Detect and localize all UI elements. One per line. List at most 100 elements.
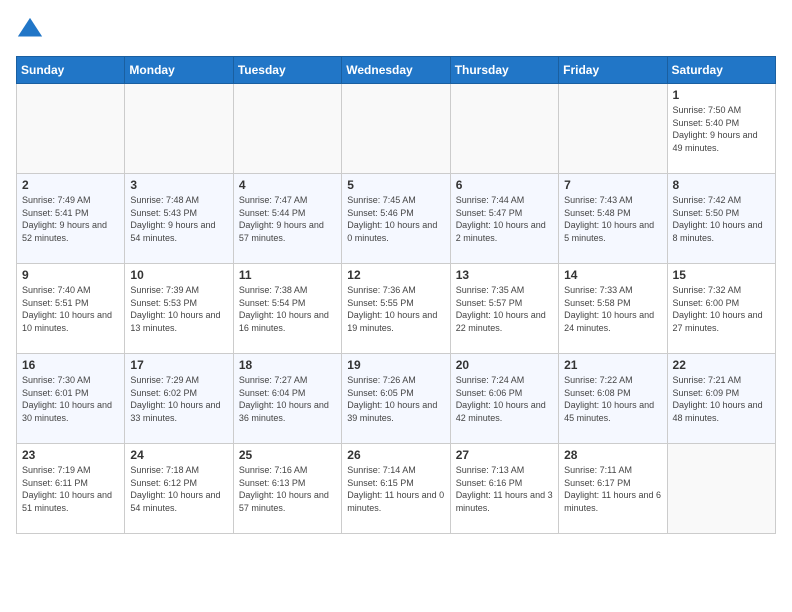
day-number: 9: [22, 268, 119, 282]
day-info: Sunrise: 7:30 AM Sunset: 6:01 PM Dayligh…: [22, 374, 119, 424]
calendar-table: SundayMondayTuesdayWednesdayThursdayFrid…: [16, 56, 776, 534]
day-info: Sunrise: 7:50 AM Sunset: 5:40 PM Dayligh…: [673, 104, 770, 154]
day-number: 14: [564, 268, 661, 282]
day-cell: 17 Sunrise: 7:29 AM Sunset: 6:02 PM Dayli…: [125, 354, 233, 444]
weekday-header-sunday: Sunday: [17, 57, 125, 84]
day-cell: 24 Sunrise: 7:18 AM Sunset: 6:12 PM Dayli…: [125, 444, 233, 534]
day-number: 13: [456, 268, 553, 282]
day-number: 23: [22, 448, 119, 462]
week-row-2: 9 Sunrise: 7:40 AM Sunset: 5:51 PM Daylig…: [17, 264, 776, 354]
day-info: Sunrise: 7:22 AM Sunset: 6:08 PM Dayligh…: [564, 374, 661, 424]
day-info: Sunrise: 7:45 AM Sunset: 5:46 PM Dayligh…: [347, 194, 444, 244]
day-number: 6: [456, 178, 553, 192]
day-info: Sunrise: 7:29 AM Sunset: 6:02 PM Dayligh…: [130, 374, 227, 424]
day-number: 3: [130, 178, 227, 192]
day-cell: 12Sunrise: 7:36 AM Sunset: 5:55 PM Dayli…: [342, 264, 450, 354]
weekday-header-monday: Monday: [125, 57, 233, 84]
day-number: 10: [130, 268, 227, 282]
logo: [16, 16, 46, 44]
weekday-header-thursday: Thursday: [450, 57, 558, 84]
day-cell: 18 Sunrise: 7:27 AM Sunset: 6:04 PM Dayli…: [233, 354, 341, 444]
day-info: Sunrise: 7:38 AM Sunset: 5:54 PM Dayligh…: [239, 284, 336, 334]
day-cell: [125, 84, 233, 174]
day-number: 25: [239, 448, 336, 462]
day-cell: 11 Sunrise: 7:38 AM Sunset: 5:54 PM Dayli…: [233, 264, 341, 354]
day-cell: [667, 444, 775, 534]
day-info: Sunrise: 7:35 AM Sunset: 5:57 PM Dayligh…: [456, 284, 553, 334]
day-cell: 13 Sunrise: 7:35 AM Sunset: 5:57 PM Dayli…: [450, 264, 558, 354]
day-number: 11: [239, 268, 336, 282]
day-number: 8: [673, 178, 770, 192]
week-row-4: 23Sunrise: 7:19 AM Sunset: 6:11 PM Dayli…: [17, 444, 776, 534]
week-row-0: 1 Sunrise: 7:50 AM Sunset: 5:40 PM Daylig…: [17, 84, 776, 174]
day-info: Sunrise: 7:24 AM Sunset: 6:06 PM Dayligh…: [456, 374, 553, 424]
day-info: Sunrise: 7:48 AM Sunset: 5:43 PM Dayligh…: [130, 194, 227, 244]
day-info: Sunrise: 7:26 AM Sunset: 6:05 PM Dayligh…: [347, 374, 444, 424]
weekday-header-tuesday: Tuesday: [233, 57, 341, 84]
week-row-3: 16 Sunrise: 7:30 AM Sunset: 6:01 PM Dayli…: [17, 354, 776, 444]
day-number: 7: [564, 178, 661, 192]
day-number: 22: [673, 358, 770, 372]
day-cell: [17, 84, 125, 174]
day-info: Sunrise: 7:13 AM Sunset: 6:16 PM Dayligh…: [456, 464, 553, 514]
day-info: Sunrise: 7:32 AM Sunset: 6:00 PM Dayligh…: [673, 284, 770, 334]
day-info: Sunrise: 7:18 AM Sunset: 6:12 PM Dayligh…: [130, 464, 227, 514]
day-number: 28: [564, 448, 661, 462]
day-cell: 22Sunrise: 7:21 AM Sunset: 6:09 PM Dayli…: [667, 354, 775, 444]
day-info: Sunrise: 7:27 AM Sunset: 6:04 PM Dayligh…: [239, 374, 336, 424]
day-info: Sunrise: 7:43 AM Sunset: 5:48 PM Dayligh…: [564, 194, 661, 244]
week-row-1: 2Sunrise: 7:49 AM Sunset: 5:41 PM Daylig…: [17, 174, 776, 264]
day-number: 18: [239, 358, 336, 372]
day-number: 15: [673, 268, 770, 282]
day-number: 4: [239, 178, 336, 192]
day-info: Sunrise: 7:39 AM Sunset: 5:53 PM Dayligh…: [130, 284, 227, 334]
logo-icon: [16, 16, 44, 44]
day-number: 1: [673, 88, 770, 102]
day-info: Sunrise: 7:44 AM Sunset: 5:47 PM Dayligh…: [456, 194, 553, 244]
page-header: [16, 16, 776, 44]
day-info: Sunrise: 7:36 AM Sunset: 5:55 PM Dayligh…: [347, 284, 444, 334]
day-cell: 20 Sunrise: 7:24 AM Sunset: 6:06 PM Dayli…: [450, 354, 558, 444]
day-number: 24: [130, 448, 227, 462]
day-number: 26: [347, 448, 444, 462]
day-number: 17: [130, 358, 227, 372]
day-number: 5: [347, 178, 444, 192]
day-cell: [450, 84, 558, 174]
day-info: Sunrise: 7:11 AM Sunset: 6:17 PM Dayligh…: [564, 464, 661, 514]
day-cell: 14 Sunrise: 7:33 AM Sunset: 5:58 PM Dayli…: [559, 264, 667, 354]
day-info: Sunrise: 7:16 AM Sunset: 6:13 PM Dayligh…: [239, 464, 336, 514]
day-cell: 19 Sunrise: 7:26 AM Sunset: 6:05 PM Dayli…: [342, 354, 450, 444]
day-info: Sunrise: 7:40 AM Sunset: 5:51 PM Dayligh…: [22, 284, 119, 334]
weekday-header-friday: Friday: [559, 57, 667, 84]
day-cell: [342, 84, 450, 174]
day-cell: 9 Sunrise: 7:40 AM Sunset: 5:51 PM Daylig…: [17, 264, 125, 354]
day-info: Sunrise: 7:47 AM Sunset: 5:44 PM Dayligh…: [239, 194, 336, 244]
weekday-header-wednesday: Wednesday: [342, 57, 450, 84]
day-cell: 21 Sunrise: 7:22 AM Sunset: 6:08 PM Dayli…: [559, 354, 667, 444]
day-cell: 16 Sunrise: 7:30 AM Sunset: 6:01 PM Dayli…: [17, 354, 125, 444]
day-info: Sunrise: 7:42 AM Sunset: 5:50 PM Dayligh…: [673, 194, 770, 244]
day-cell: [559, 84, 667, 174]
day-info: Sunrise: 7:33 AM Sunset: 5:58 PM Dayligh…: [564, 284, 661, 334]
day-cell: 15 Sunrise: 7:32 AM Sunset: 6:00 PM Dayli…: [667, 264, 775, 354]
day-cell: 1 Sunrise: 7:50 AM Sunset: 5:40 PM Daylig…: [667, 84, 775, 174]
day-number: 27: [456, 448, 553, 462]
day-cell: 23Sunrise: 7:19 AM Sunset: 6:11 PM Dayli…: [17, 444, 125, 534]
day-cell: 5 Sunrise: 7:45 AM Sunset: 5:46 PM Daylig…: [342, 174, 450, 264]
day-cell: 28 Sunrise: 7:11 AM Sunset: 6:17 PM Dayli…: [559, 444, 667, 534]
day-cell: 4 Sunrise: 7:47 AM Sunset: 5:44 PM Daylig…: [233, 174, 341, 264]
day-cell: 2Sunrise: 7:49 AM Sunset: 5:41 PM Daylig…: [17, 174, 125, 264]
day-cell: 8 Sunrise: 7:42 AM Sunset: 5:50 PM Daylig…: [667, 174, 775, 264]
day-cell: 26Sunrise: 7:14 AM Sunset: 6:15 PM Dayli…: [342, 444, 450, 534]
day-cell: 7 Sunrise: 7:43 AM Sunset: 5:48 PM Daylig…: [559, 174, 667, 264]
day-cell: [233, 84, 341, 174]
day-number: 20: [456, 358, 553, 372]
day-info: Sunrise: 7:49 AM Sunset: 5:41 PM Dayligh…: [22, 194, 119, 244]
day-number: 19: [347, 358, 444, 372]
day-cell: 6 Sunrise: 7:44 AM Sunset: 5:47 PM Daylig…: [450, 174, 558, 264]
day-number: 16: [22, 358, 119, 372]
weekday-header-row: SundayMondayTuesdayWednesdayThursdayFrid…: [17, 57, 776, 84]
day-cell: 10 Sunrise: 7:39 AM Sunset: 5:53 PM Dayli…: [125, 264, 233, 354]
weekday-header-saturday: Saturday: [667, 57, 775, 84]
day-number: 21: [564, 358, 661, 372]
